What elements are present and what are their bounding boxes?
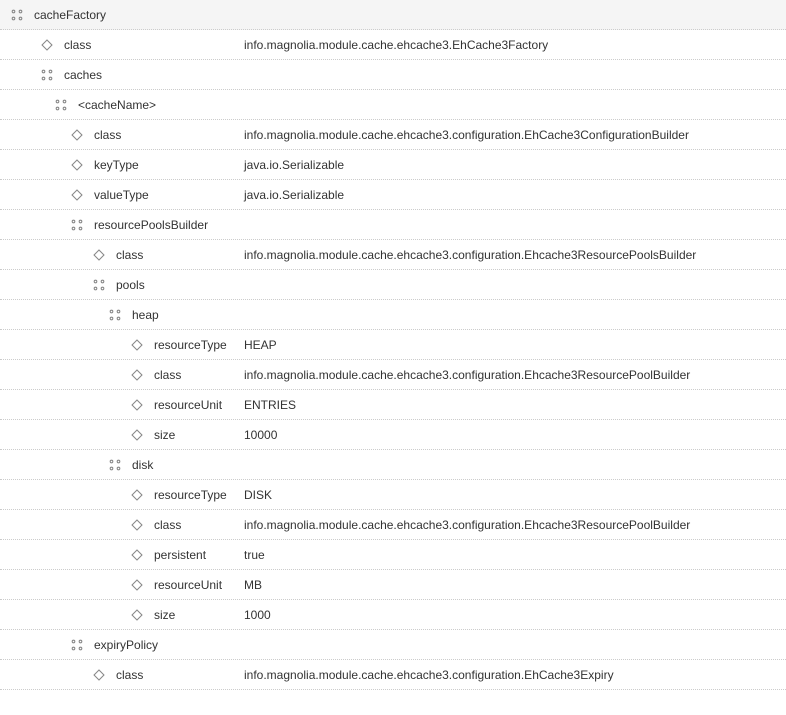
folder-icon xyxy=(52,96,70,114)
folder-icon xyxy=(106,306,124,324)
property-icon xyxy=(68,186,86,204)
leaf-value: info.magnolia.module.cache.ehcache3.conf… xyxy=(240,128,786,142)
folder-icon xyxy=(8,6,26,24)
tree-node-heap[interactable]: heap xyxy=(0,300,786,330)
property-icon xyxy=(128,546,146,564)
tree-leaf-resourceType[interactable]: resourceType DISK xyxy=(0,480,786,510)
leaf-value: ENTRIES xyxy=(240,398,786,412)
node-label: caches xyxy=(64,68,102,82)
node-label: disk xyxy=(132,458,153,472)
tree-leaf-class[interactable]: class info.magnolia.module.cache.ehcache… xyxy=(0,660,786,690)
folder-icon xyxy=(38,66,56,84)
node-label: expiryPolicy xyxy=(94,638,158,652)
property-icon xyxy=(128,366,146,384)
tree-node-resourcePoolsBuilder[interactable]: resourcePoolsBuilder xyxy=(0,210,786,240)
node-label: resourcePoolsBuilder xyxy=(94,218,208,232)
leaf-label: class xyxy=(154,368,181,382)
config-tree: cacheFactory class info.magnolia.module.… xyxy=(0,0,786,690)
leaf-value: true xyxy=(240,548,786,562)
property-icon xyxy=(128,426,146,444)
tree-leaf-size[interactable]: size 1000 xyxy=(0,600,786,630)
tree-leaf-valueType[interactable]: valueType java.io.Serializable xyxy=(0,180,786,210)
tree-node-cacheFactory[interactable]: cacheFactory xyxy=(0,0,786,30)
node-label: heap xyxy=(132,308,159,322)
tree-leaf-size[interactable]: size 10000 xyxy=(0,420,786,450)
leaf-value: java.io.Serializable xyxy=(240,188,786,202)
folder-icon xyxy=(68,636,86,654)
tree-leaf-class[interactable]: class info.magnolia.module.cache.ehcache… xyxy=(0,30,786,60)
folder-icon xyxy=(106,456,124,474)
leaf-label: class xyxy=(116,248,143,262)
leaf-label: resourceUnit xyxy=(154,578,222,592)
leaf-value: info.magnolia.module.cache.ehcache3.EhCa… xyxy=(240,38,786,52)
leaf-value: info.magnolia.module.cache.ehcache3.conf… xyxy=(240,368,786,382)
tree-leaf-resourceType[interactable]: resourceType HEAP xyxy=(0,330,786,360)
tree-leaf-persistent[interactable]: persistent true xyxy=(0,540,786,570)
tree-leaf-resourceUnit[interactable]: resourceUnit ENTRIES xyxy=(0,390,786,420)
tree-leaf-class[interactable]: class info.magnolia.module.cache.ehcache… xyxy=(0,120,786,150)
property-icon xyxy=(90,666,108,684)
leaf-label: class xyxy=(154,518,181,532)
leaf-label: resourceType xyxy=(154,488,227,502)
tree-node-expiryPolicy[interactable]: expiryPolicy xyxy=(0,630,786,660)
node-label: pools xyxy=(116,278,145,292)
tree-leaf-class[interactable]: class info.magnolia.module.cache.ehcache… xyxy=(0,510,786,540)
property-icon xyxy=(68,126,86,144)
folder-icon xyxy=(68,216,86,234)
node-label: <cacheName> xyxy=(78,98,156,112)
tree-leaf-keyType[interactable]: keyType java.io.Serializable xyxy=(0,150,786,180)
leaf-value: HEAP xyxy=(240,338,786,352)
leaf-value: java.io.Serializable xyxy=(240,158,786,172)
leaf-label: size xyxy=(154,428,175,442)
property-icon xyxy=(68,156,86,174)
leaf-label: resourceType xyxy=(154,338,227,352)
tree-node-caches[interactable]: caches xyxy=(0,60,786,90)
tree-node-pools[interactable]: pools xyxy=(0,270,786,300)
property-icon xyxy=(128,486,146,504)
property-icon xyxy=(38,36,56,54)
leaf-label: class xyxy=(116,668,143,682)
leaf-label: resourceUnit xyxy=(154,398,222,412)
property-icon xyxy=(128,396,146,414)
tree-node-disk[interactable]: disk xyxy=(0,450,786,480)
leaf-value: 10000 xyxy=(240,428,786,442)
leaf-label: size xyxy=(154,608,175,622)
property-icon xyxy=(128,606,146,624)
leaf-value: info.magnolia.module.cache.ehcache3.conf… xyxy=(240,248,786,262)
tree-leaf-class[interactable]: class info.magnolia.module.cache.ehcache… xyxy=(0,240,786,270)
leaf-label: keyType xyxy=(94,158,139,172)
leaf-label: class xyxy=(94,128,121,142)
leaf-value: 1000 xyxy=(240,608,786,622)
tree-leaf-class[interactable]: class info.magnolia.module.cache.ehcache… xyxy=(0,360,786,390)
tree-node-cacheName[interactable]: <cacheName> xyxy=(0,90,786,120)
property-icon xyxy=(128,576,146,594)
leaf-value: info.magnolia.module.cache.ehcache3.conf… xyxy=(240,518,786,532)
leaf-value: MB xyxy=(240,578,786,592)
leaf-label: class xyxy=(64,38,91,52)
leaf-value: DISK xyxy=(240,488,786,502)
leaf-label: valueType xyxy=(94,188,149,202)
tree-leaf-resourceUnit[interactable]: resourceUnit MB xyxy=(0,570,786,600)
property-icon xyxy=(90,246,108,264)
node-label: cacheFactory xyxy=(34,8,106,22)
leaf-value: info.magnolia.module.cache.ehcache3.conf… xyxy=(240,668,786,682)
property-icon xyxy=(128,336,146,354)
folder-icon xyxy=(90,276,108,294)
leaf-label: persistent xyxy=(154,548,206,562)
property-icon xyxy=(128,516,146,534)
